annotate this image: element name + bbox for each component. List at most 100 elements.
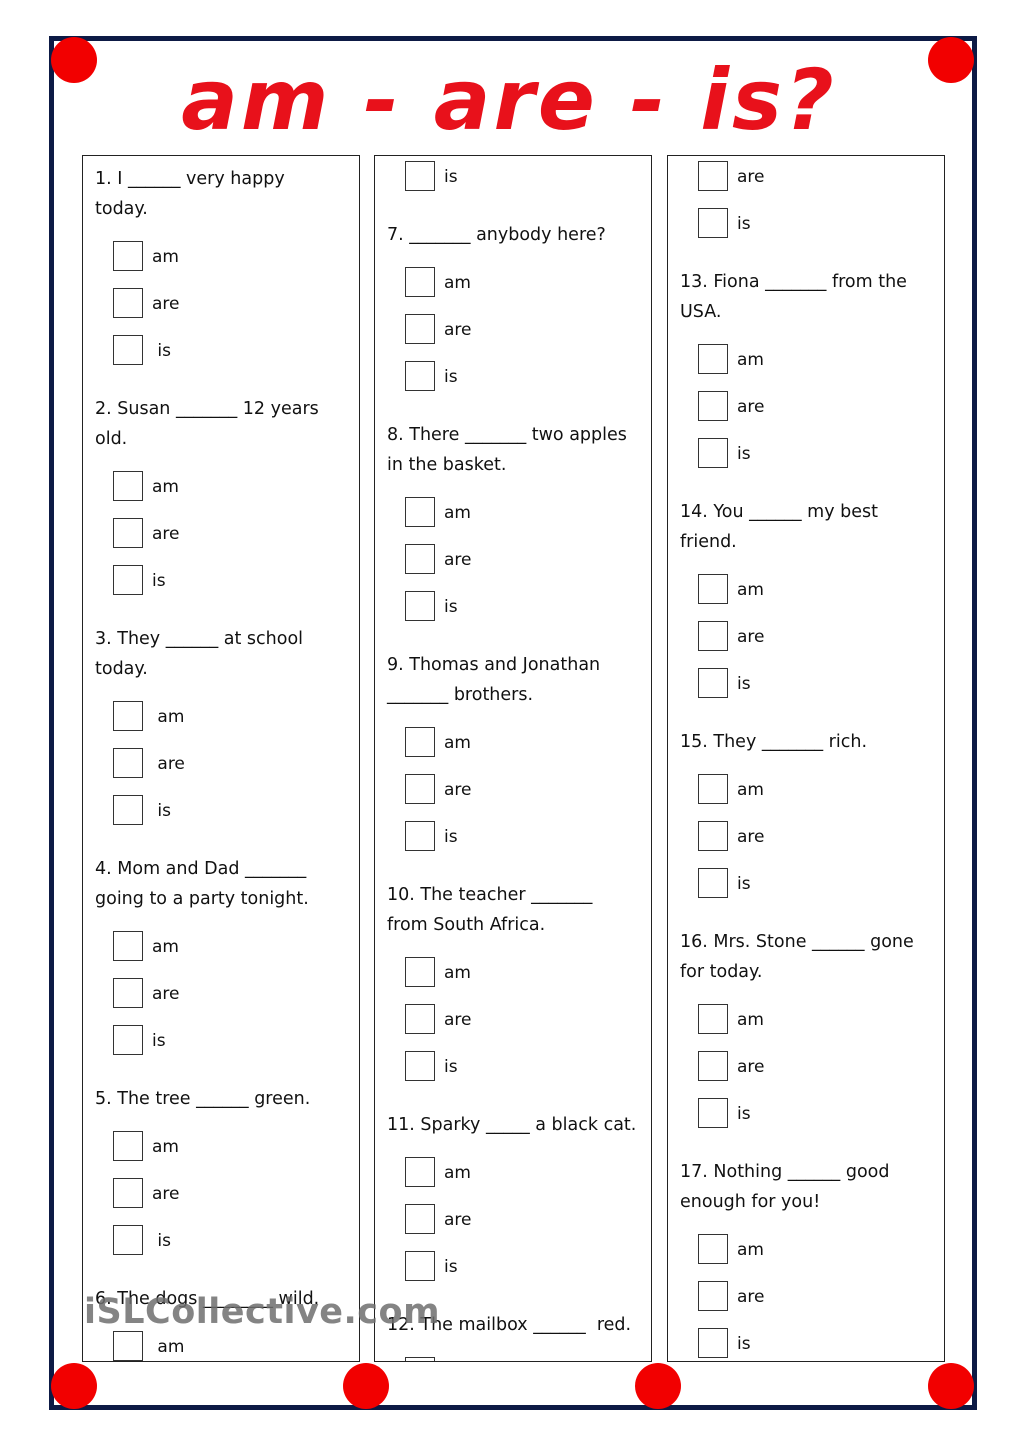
- answer-checkbox[interactable]: [698, 344, 728, 374]
- answer-checkbox[interactable]: [698, 668, 728, 698]
- answer-option-label: are: [737, 167, 765, 187]
- answer-checkbox[interactable]: [113, 978, 143, 1008]
- question-text-line: old.: [95, 429, 128, 449]
- answer-checkbox[interactable]: [698, 821, 728, 851]
- answer-checkbox[interactable]: [113, 241, 143, 271]
- answer-checkbox[interactable]: [698, 161, 728, 191]
- answer-option-label: is: [444, 1257, 458, 1277]
- question-text-line: 8. There _______ two apples: [387, 425, 627, 445]
- answer-option-label: are: [152, 984, 180, 1004]
- answer-checkbox[interactable]: [698, 1281, 728, 1311]
- question-text-line: 7. _______ anybody here?: [387, 225, 606, 245]
- answer-checkbox[interactable]: [113, 931, 143, 961]
- question-text-line: today.: [95, 199, 148, 219]
- answer-option-label: is: [444, 1057, 458, 1077]
- question-text-line: 11. Sparky _____ a black cat.: [387, 1115, 637, 1135]
- answer-option-label: is: [444, 597, 458, 617]
- question-text-line: USA.: [680, 302, 722, 322]
- answer-option-label: are: [737, 1057, 765, 1077]
- corner-dot-bottom-mid-right: [635, 1363, 681, 1409]
- answer-checkbox[interactable]: [698, 774, 728, 804]
- answer-checkbox[interactable]: [405, 727, 435, 757]
- answer-checkbox[interactable]: [113, 748, 143, 778]
- answer-checkbox[interactable]: [405, 1051, 435, 1081]
- answer-option-label: is: [152, 341, 171, 361]
- answer-option-label: are: [444, 1210, 472, 1230]
- question-text-line: in the basket.: [387, 455, 507, 475]
- answer-checkbox[interactable]: [405, 957, 435, 987]
- corner-dot-bottom-right: [928, 1363, 974, 1409]
- answer-checkbox[interactable]: [113, 335, 143, 365]
- worksheet-title: am - are - is?: [181, 51, 837, 149]
- answer-checkbox[interactable]: [113, 1131, 143, 1161]
- answer-checkbox[interactable]: [405, 314, 435, 344]
- answer-checkbox[interactable]: [405, 361, 435, 391]
- answer-checkbox[interactable]: [113, 518, 143, 548]
- answer-checkbox[interactable]: [698, 1098, 728, 1128]
- question-text-line: 15. They _______ rich.: [680, 732, 868, 752]
- answer-checkbox[interactable]: [698, 574, 728, 604]
- answer-checkbox[interactable]: [113, 1025, 143, 1055]
- answer-checkbox[interactable]: [698, 208, 728, 238]
- answer-checkbox[interactable]: [113, 565, 143, 595]
- answer-option-label: am: [444, 1163, 471, 1183]
- answer-option-label: is: [444, 827, 458, 847]
- answer-checkbox[interactable]: [113, 1178, 143, 1208]
- question-text-line: 9. Thomas and Jonathan: [387, 655, 601, 675]
- question-text-line: 13. Fiona _______ from the: [680, 272, 907, 292]
- answer-checkbox[interactable]: [698, 1328, 728, 1358]
- answer-checkbox[interactable]: [405, 1157, 435, 1187]
- question-text-line: going to a party tonight.: [95, 889, 309, 909]
- answer-checkbox[interactable]: [113, 1225, 143, 1255]
- answer-checkbox[interactable]: [698, 621, 728, 651]
- answer-checkbox[interactable]: [698, 1004, 728, 1034]
- answer-option-label: am: [737, 580, 764, 600]
- answer-option-label: are: [152, 524, 180, 544]
- answer-checkbox[interactable]: [405, 821, 435, 851]
- answer-checkbox[interactable]: [698, 391, 728, 421]
- question-text-line: from South Africa.: [387, 915, 546, 935]
- answer-option-label: is: [737, 674, 751, 694]
- question-text-line: _______ brothers.: [387, 685, 534, 705]
- answer-checkbox[interactable]: [113, 471, 143, 501]
- answer-checkbox[interactable]: [698, 868, 728, 898]
- answer-checkbox[interactable]: [405, 161, 435, 191]
- question-text-line: 17. Nothing ______ good: [680, 1162, 890, 1182]
- answer-option-label: are: [444, 320, 472, 340]
- answer-checkbox[interactable]: [113, 1331, 143, 1361]
- answer-checkbox[interactable]: [405, 1004, 435, 1034]
- answer-checkbox[interactable]: [698, 1051, 728, 1081]
- question-text-line: enough for you!: [680, 1192, 821, 1212]
- answer-checkbox[interactable]: [405, 497, 435, 527]
- question-text-line: 3. They ______ at school: [95, 629, 304, 649]
- answer-checkbox[interactable]: [698, 1234, 728, 1264]
- question-text-line: friend.: [680, 532, 737, 552]
- answer-option-label: am: [152, 477, 179, 497]
- answer-checkbox[interactable]: [405, 1251, 435, 1281]
- answer-checkbox[interactable]: [113, 288, 143, 318]
- answer-checkbox[interactable]: [405, 544, 435, 574]
- answer-option-label: is: [737, 1334, 751, 1354]
- answer-option-label: am: [152, 1137, 179, 1157]
- answer-option-label: am: [152, 707, 185, 727]
- answer-option-label: are: [737, 1287, 765, 1307]
- answer-checkbox[interactable]: [405, 1357, 435, 1361]
- answer-option-label: am: [152, 937, 179, 957]
- answer-checkbox[interactable]: [113, 795, 143, 825]
- question-text-line: 2. Susan _______ 12 years: [95, 399, 319, 419]
- answer-option-label: am: [737, 1240, 764, 1260]
- question-text-line: 10. The teacher _______: [387, 885, 593, 905]
- answer-option-label: is: [152, 1231, 171, 1251]
- question-column-2: is 7. _______ anybody here? am are is 8. Ther…: [374, 155, 652, 1362]
- question-text-line: for today.: [680, 962, 763, 982]
- answer-option-label: is: [152, 801, 171, 821]
- question-text-line: 4. Mom and Dad _______: [95, 859, 307, 879]
- answer-checkbox[interactable]: [405, 267, 435, 297]
- answer-checkbox[interactable]: [405, 774, 435, 804]
- answer-option-label: are: [737, 397, 765, 417]
- answer-checkbox[interactable]: [113, 701, 143, 731]
- answer-option-label: are: [152, 294, 180, 314]
- answer-checkbox[interactable]: [405, 1204, 435, 1234]
- answer-checkbox[interactable]: [405, 591, 435, 621]
- answer-checkbox[interactable]: [698, 438, 728, 468]
